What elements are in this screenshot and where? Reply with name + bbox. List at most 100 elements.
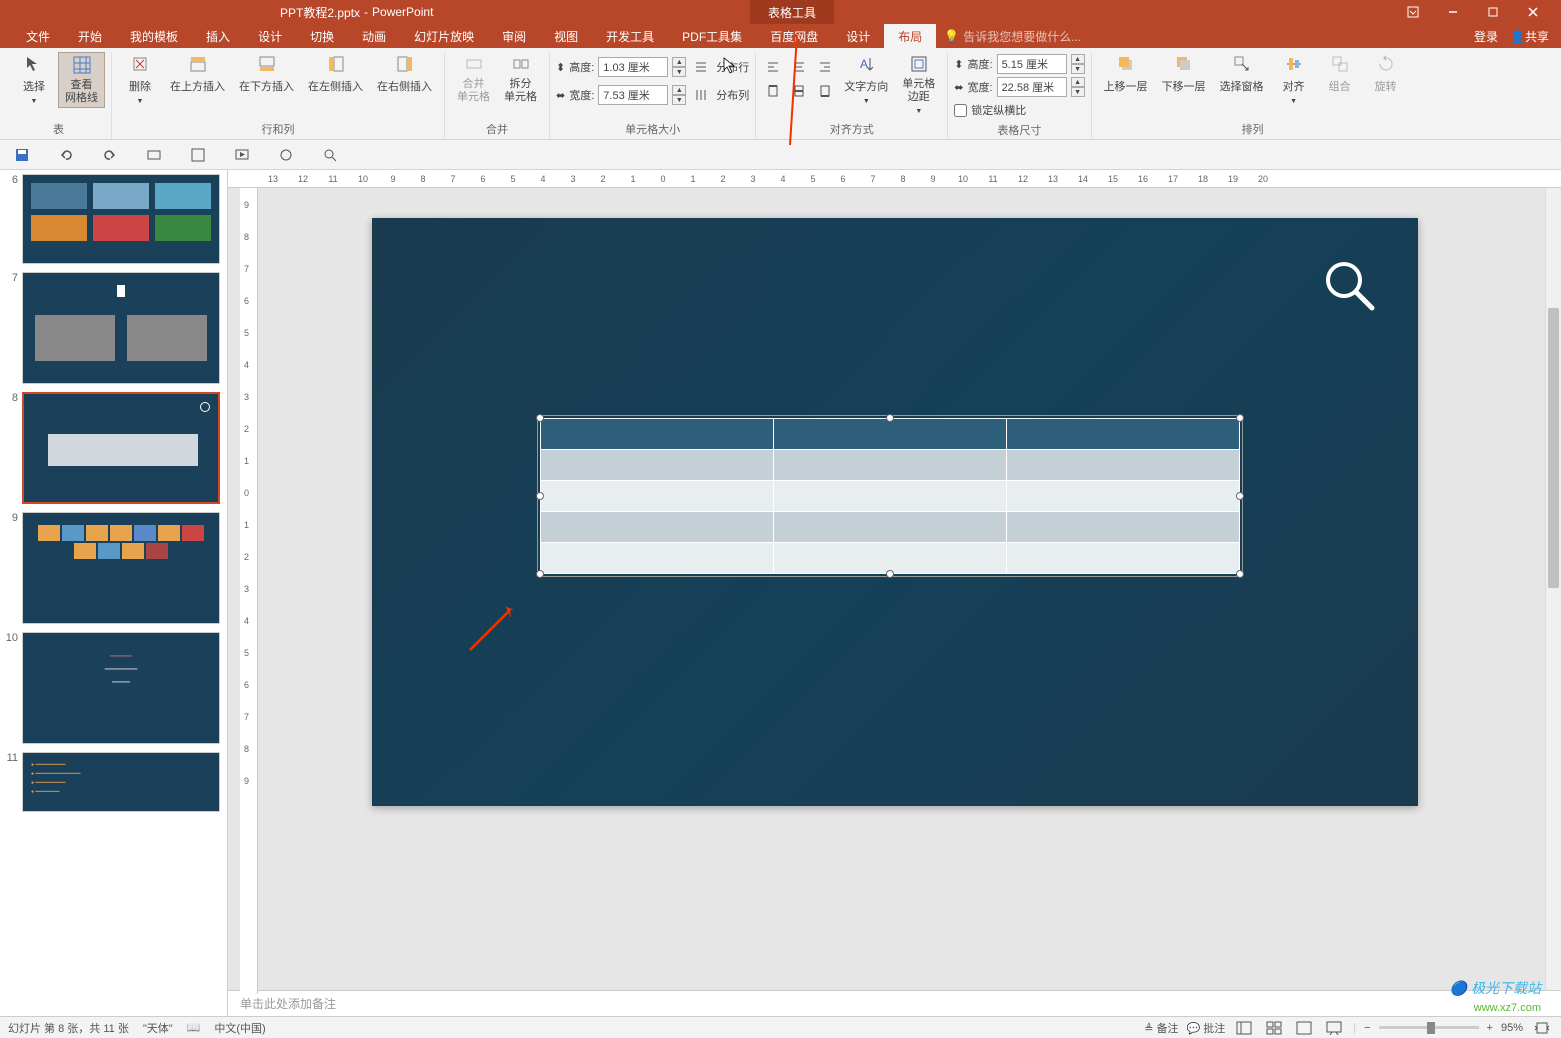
undo-button[interactable]: [56, 145, 76, 165]
zoom-in-button[interactable]: +: [1487, 1022, 1493, 1034]
tab-view[interactable]: 视图: [540, 24, 592, 49]
tab-file[interactable]: 文件: [12, 24, 64, 49]
selection-handle-se[interactable]: [1236, 570, 1244, 578]
bring-forward-button[interactable]: 上移一层: [1098, 52, 1154, 96]
selection-handle-ne[interactable]: [1236, 414, 1244, 422]
rotate-button[interactable]: 旋转: [1364, 52, 1408, 96]
insert-right-button[interactable]: 在右侧插入: [371, 52, 438, 96]
distribute-cols-button[interactable]: [690, 84, 712, 106]
merge-cells-button[interactable]: 合并 单元格: [451, 52, 496, 106]
share-button[interactable]: 👤共享: [1510, 28, 1549, 45]
height-up[interactable]: ▲: [672, 57, 686, 67]
tell-me-search[interactable]: 💡 告诉我您想要做什么...: [944, 28, 1081, 45]
sorter-view-button[interactable]: [1263, 1019, 1285, 1037]
start-slideshow-button[interactable]: [232, 145, 252, 165]
language-indicator[interactable]: 中文(中国): [214, 1020, 265, 1036]
slide-thumbnail-7[interactable]: [22, 272, 220, 384]
minimize-button[interactable]: [1433, 0, 1473, 24]
zoom-out-button[interactable]: −: [1364, 1022, 1370, 1034]
delete-button[interactable]: 删除▼: [118, 52, 162, 107]
selection-handle-sw[interactable]: [536, 570, 544, 578]
slide-table[interactable]: [540, 418, 1240, 574]
align-button[interactable]: 对齐▼: [1272, 52, 1316, 107]
lock-aspect-checkbox[interactable]: [954, 104, 967, 117]
tab-pdf[interactable]: PDF工具集: [668, 24, 756, 49]
select-button[interactable]: 选择 ▼: [12, 52, 56, 107]
qat-btn-7[interactable]: [276, 145, 296, 165]
table-height-input[interactable]: 5.15 厘米: [997, 54, 1067, 74]
slide-thumbnail-10[interactable]: ━━━━━━━━━━━━━━━━━━━━: [22, 632, 220, 744]
col-width-icon: ⬌: [556, 89, 565, 102]
tab-developer[interactable]: 开发工具: [592, 24, 668, 49]
reading-view-button[interactable]: [1293, 1019, 1315, 1037]
cell-width-input[interactable]: 7.53 厘米: [598, 85, 668, 105]
zoom-level[interactable]: 95%: [1501, 1022, 1523, 1034]
slide-thumbnail-6[interactable]: [22, 174, 220, 264]
qat-btn-5[interactable]: [188, 145, 208, 165]
send-backward-button[interactable]: 下移一层: [1156, 52, 1212, 96]
redo-button[interactable]: [100, 145, 120, 165]
group-label-alignment: 对齐方式: [830, 119, 874, 139]
tab-table-layout[interactable]: 布局: [884, 24, 936, 49]
selection-handle-nw[interactable]: [536, 414, 544, 422]
qat-btn-8[interactable]: [320, 145, 340, 165]
slideshow-view-button[interactable]: [1323, 1019, 1345, 1037]
login-button[interactable]: 登录: [1474, 28, 1498, 45]
distribute-rows-button[interactable]: [690, 56, 712, 78]
notes-placeholder[interactable]: 单击此处添加备注: [228, 990, 1561, 1016]
split-cells-button[interactable]: 拆分 单元格: [498, 52, 543, 106]
table-width-input[interactable]: 22.58 厘米: [997, 77, 1067, 97]
slide-canvas[interactable]: [372, 218, 1418, 806]
zoom-slider[interactable]: [1379, 1026, 1479, 1029]
ribbon-options-button[interactable]: [1393, 0, 1433, 24]
insert-above-button[interactable]: 在上方插入: [164, 52, 231, 96]
maximize-button[interactable]: [1473, 0, 1513, 24]
width-down[interactable]: ▼: [672, 95, 686, 105]
cell-height-input[interactable]: 1.03 厘米: [598, 57, 668, 77]
tab-review[interactable]: 审阅: [488, 24, 540, 49]
horizontal-ruler[interactable]: 1312111098765432101234567891011121314151…: [228, 170, 1561, 188]
row-height-icon: ⬍: [556, 61, 565, 74]
tab-design[interactable]: 设计: [244, 24, 296, 49]
spellcheck-icon[interactable]: 📖: [187, 1021, 201, 1034]
table-width-icon: ⬌: [954, 81, 963, 94]
tab-slideshow[interactable]: 幻灯片放映: [400, 24, 488, 49]
scrollbar-thumb[interactable]: [1548, 308, 1559, 588]
group-button[interactable]: 组合: [1318, 52, 1362, 96]
selection-handle-s[interactable]: [886, 570, 894, 578]
slide-thumbnail-9[interactable]: [22, 512, 220, 624]
align-bottom-button[interactable]: [814, 80, 836, 102]
annotation-arrow-bottom: [462, 598, 522, 658]
close-button[interactable]: [1513, 0, 1553, 24]
slide-thumbnails-panel[interactable]: 6 7 8 9 10: [0, 170, 228, 1016]
save-button[interactable]: [12, 145, 32, 165]
tab-animation[interactable]: 动画: [348, 24, 400, 49]
insert-left-button[interactable]: 在左侧插入: [302, 52, 369, 96]
tab-insert[interactable]: 插入: [192, 24, 244, 49]
text-direction-button[interactable]: A 文字方向▼: [838, 52, 894, 107]
width-up[interactable]: ▲: [672, 85, 686, 95]
selection-handle-n[interactable]: [886, 414, 894, 422]
vertical-ruler[interactable]: 9876543210123456789: [240, 188, 258, 994]
notes-toggle[interactable]: ≜ 备注: [1144, 1020, 1178, 1036]
tab-transition[interactable]: 切换: [296, 24, 348, 49]
comments-toggle[interactable]: 💬 批注: [1186, 1020, 1225, 1036]
canvas-area[interactable]: [228, 188, 1561, 990]
height-down[interactable]: ▼: [672, 67, 686, 77]
fit-window-button[interactable]: [1531, 1019, 1553, 1037]
tab-table-design[interactable]: 设计: [832, 24, 884, 49]
align-right-button[interactable]: [814, 56, 836, 78]
tab-template[interactable]: 我的模板: [116, 24, 192, 49]
normal-view-button[interactable]: [1233, 1019, 1255, 1037]
view-gridlines-button[interactable]: 查看 网格线: [58, 52, 105, 108]
insert-below-button[interactable]: 在下方插入: [233, 52, 300, 96]
selection-handle-w[interactable]: [536, 492, 544, 500]
selection-handle-e[interactable]: [1236, 492, 1244, 500]
slide-thumbnail-11[interactable]: ● ━━━━━━━━━━● ━━━━━━━━━━━━━━━● ━━━━━━━━━…: [22, 752, 220, 812]
selection-pane-button[interactable]: 选择窗格: [1214, 52, 1270, 96]
cell-margins-button[interactable]: 单元格 边距▼: [896, 52, 941, 117]
vertical-scrollbar[interactable]: [1545, 188, 1561, 990]
qat-btn-4[interactable]: [144, 145, 164, 165]
tab-home[interactable]: 开始: [64, 24, 116, 49]
slide-thumbnail-8[interactable]: [22, 392, 220, 504]
